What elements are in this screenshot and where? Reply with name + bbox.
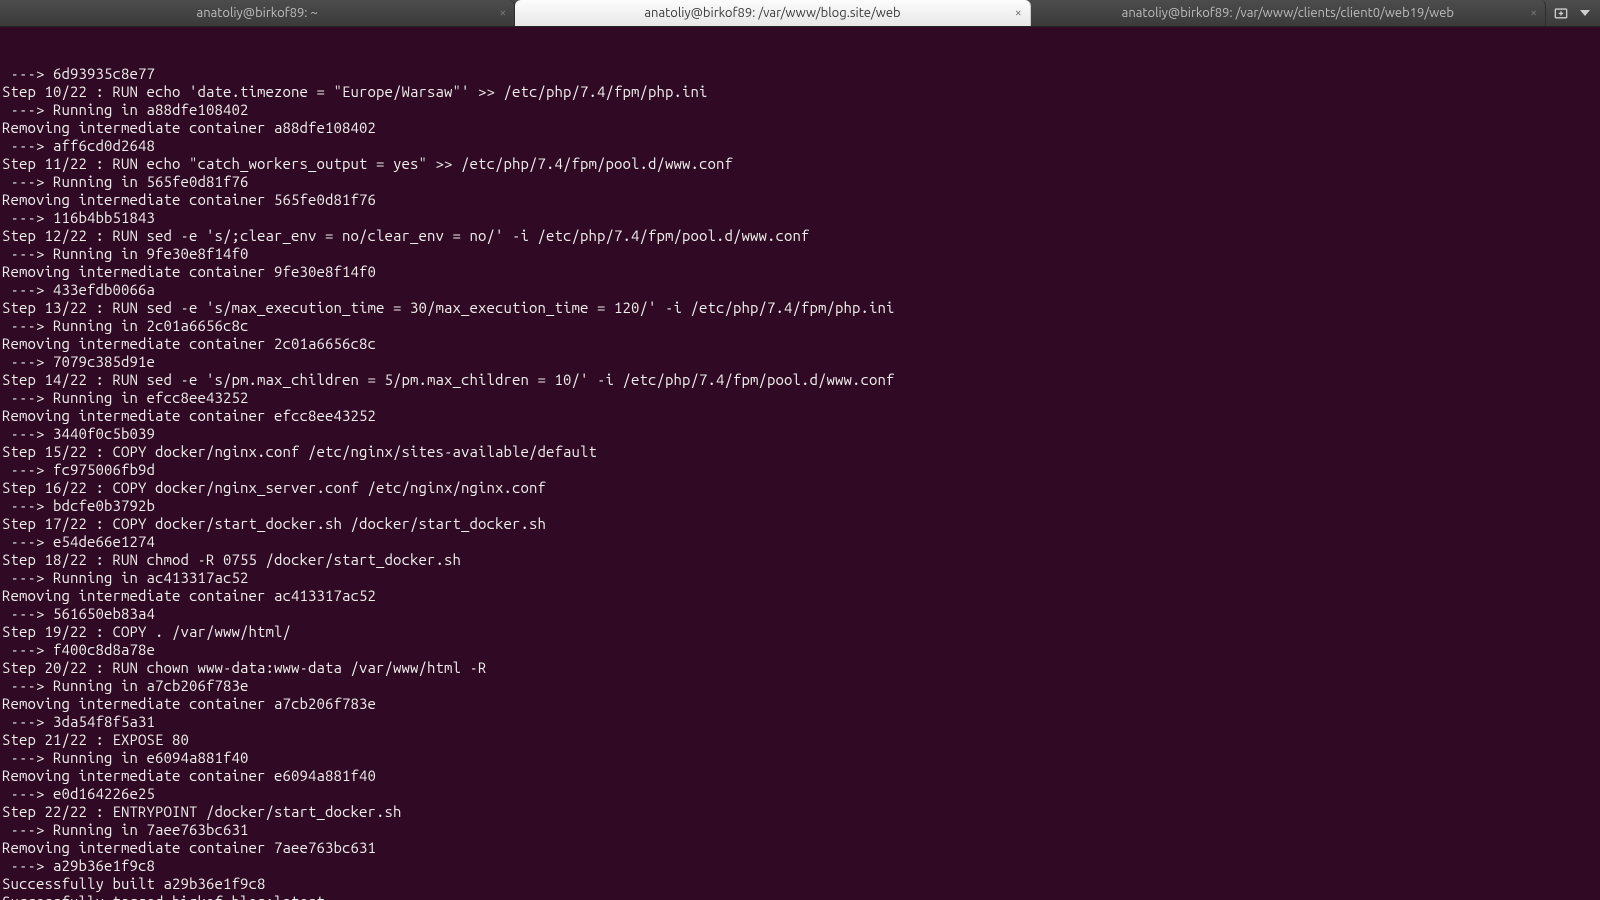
output-line: Successfully built a29b36e1f9c8 [2,875,1596,893]
output-line: ---> Running in 2c01a6656c8c [2,317,1596,335]
tab-actions [1546,0,1600,26]
output-line: Removing intermediate container 7aee763b… [2,839,1596,857]
output-line: ---> Running in ac413317ac52 [2,569,1596,587]
output-line: ---> Running in 565fe0d81f76 [2,173,1596,191]
terminal[interactable]: ---> 6d93935c8e77Step 10/22 : RUN echo '… [0,27,1600,900]
output-line: Removing intermediate container a88dfe10… [2,119,1596,137]
output-line: ---> 116b4bb51843 [2,209,1596,227]
output-line: ---> Running in a88dfe108402 [2,101,1596,119]
output-line: Step 10/22 : RUN echo 'date.timezone = "… [2,83,1596,101]
output-line: ---> f400c8d8a78e [2,641,1596,659]
output-line: Step 21/22 : EXPOSE 80 [2,731,1596,749]
output-line: ---> 7079c385d91e [2,353,1596,371]
tab-bar: anatoliy@birkof89: ~ × anatoliy@birkof89… [0,0,1600,27]
output-line: Step 17/22 : COPY docker/start_docker.sh… [2,515,1596,533]
close-icon[interactable]: × [1015,7,1022,20]
output-line: ---> e0d164226e25 [2,785,1596,803]
output-line: Step 18/22 : RUN chmod -R 0755 /docker/s… [2,551,1596,569]
output-line: Successfully tagged birkof_blog:latest [2,893,1596,900]
output-line: ---> Running in 7aee763bc631 [2,821,1596,839]
output-line: Removing intermediate container ac413317… [2,587,1596,605]
output-line: Step 15/22 : COPY docker/nginx.conf /etc… [2,443,1596,461]
output-line: ---> bdcfe0b3792b [2,497,1596,515]
tab-2[interactable]: anatoliy@birkof89: /var/www/clients/clie… [1031,0,1546,26]
output-line: ---> a29b36e1f9c8 [2,857,1596,875]
output-line: Step 13/22 : RUN sed -e 's/max_execution… [2,299,1596,317]
menu-chevron-down-icon[interactable] [1576,4,1594,22]
output-line: ---> 3da54f8f5a31 [2,713,1596,731]
output-line: Step 16/22 : COPY docker/nginx_server.co… [2,479,1596,497]
output-line: ---> aff6cd0d2648 [2,137,1596,155]
output-line: ---> 433efdb0066a [2,281,1596,299]
output-line: Step 19/22 : COPY . /var/www/html/ [2,623,1596,641]
output-line: ---> e54de66e1274 [2,533,1596,551]
output-line: Removing intermediate container 9fe30e8f… [2,263,1596,281]
output-line: ---> fc975006fb9d [2,461,1596,479]
close-icon[interactable]: × [1530,7,1537,20]
close-icon[interactable]: × [500,7,507,20]
output-line: ---> 3440f0c5b039 [2,425,1596,443]
tab-1[interactable]: anatoliy@birkof89: /var/www/blog.site/we… [515,0,1030,26]
output-line: Removing intermediate container a7cb206f… [2,695,1596,713]
output-line: Removing intermediate container 2c01a665… [2,335,1596,353]
output-line: Removing intermediate container e6094a88… [2,767,1596,785]
terminal-output: ---> 6d93935c8e77Step 10/22 : RUN echo '… [2,65,1596,900]
tab-title: anatoliy@birkof89: /var/www/blog.site/we… [644,6,900,20]
tab-title: anatoliy@birkof89: ~ [197,6,318,20]
output-line: ---> Running in a7cb206f783e [2,677,1596,695]
output-line: Removing intermediate container efcc8ee4… [2,407,1596,425]
output-line: Step 22/22 : ENTRYPOINT /docker/start_do… [2,803,1596,821]
output-line: ---> 6d93935c8e77 [2,65,1596,83]
tab-title: anatoliy@birkof89: /var/www/clients/clie… [1122,6,1454,20]
output-line: Step 11/22 : RUN echo "catch_workers_out… [2,155,1596,173]
output-line: Step 12/22 : RUN sed -e 's/;clear_env = … [2,227,1596,245]
tab-0[interactable]: anatoliy@birkof89: ~ × [0,0,515,26]
output-line: ---> 561650eb83a4 [2,605,1596,623]
new-tab-icon[interactable] [1552,4,1570,22]
output-line: Removing intermediate container 565fe0d8… [2,191,1596,209]
output-line: ---> Running in e6094a881f40 [2,749,1596,767]
output-line: ---> Running in efcc8ee43252 [2,389,1596,407]
output-line: ---> Running in 9fe30e8f14f0 [2,245,1596,263]
output-line: Step 20/22 : RUN chown www-data:www-data… [2,659,1596,677]
output-line: Step 14/22 : RUN sed -e 's/pm.max_childr… [2,371,1596,389]
